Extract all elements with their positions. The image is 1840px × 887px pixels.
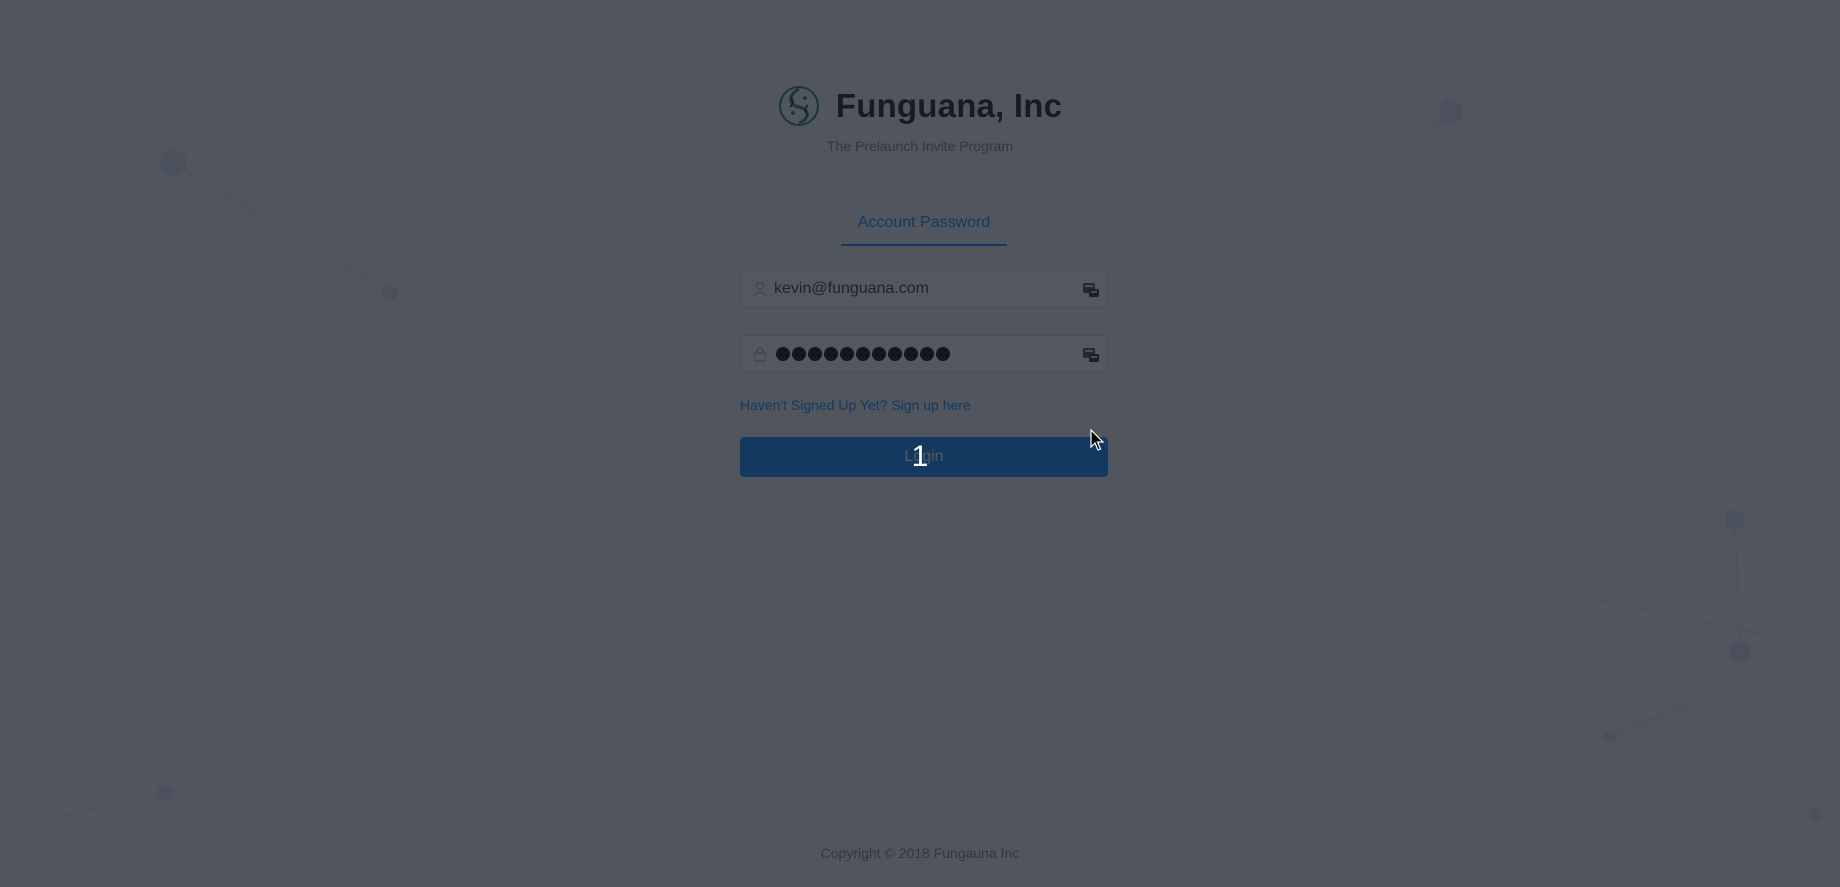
login-tabs: Account Password: [841, 210, 1007, 246]
password-mask-dot: [776, 347, 790, 361]
page-subtitle: The Prelaunch Invite Program: [827, 138, 1013, 154]
email-input[interactable]: [774, 271, 1064, 307]
page-title: Funguana, Inc: [835, 87, 1063, 124]
password-field-wrapper: [740, 335, 1108, 373]
password-mask-dot: [824, 347, 838, 361]
lock-icon: [751, 345, 769, 363]
autofill-key-icon[interactable]: [1081, 345, 1101, 365]
email-field-wrapper: [740, 270, 1108, 308]
mouse-cursor-icon: [1090, 429, 1105, 451]
password-mask-dot: [936, 347, 950, 361]
password-mask-dot: [920, 347, 934, 361]
password-mask-dot: [808, 347, 822, 361]
password-mask-dot: [840, 347, 854, 361]
footer-copyright: Copyright © 2018 Fungauna Inc: [820, 845, 1020, 861]
password-mask-dot: [904, 347, 918, 361]
tab-account-password[interactable]: Account Password: [841, 210, 1007, 246]
password-mask-dot: [872, 347, 886, 361]
password-mask-dot: [856, 347, 870, 361]
brand: Funguana, Inc: [778, 82, 1062, 130]
password-mask-dot: [792, 347, 806, 361]
autofill-key-icon[interactable]: [1081, 280, 1101, 300]
password-input[interactable]: [776, 345, 950, 363]
step-number-badge: 1: [911, 440, 929, 473]
user-icon: [751, 280, 769, 298]
header: Funguana, Inc: [0, 82, 1840, 132]
fungus-logo-icon: [778, 86, 819, 126]
password-mask-dot: [888, 347, 902, 361]
signup-link[interactable]: Haven't Signed Up Yet? Sign up here: [740, 397, 1108, 413]
